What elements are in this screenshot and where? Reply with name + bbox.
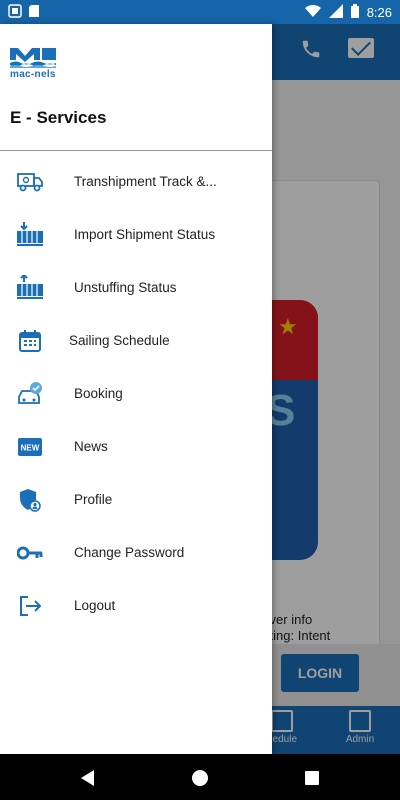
shield-user-icon: [16, 486, 44, 514]
logout-icon: [16, 592, 44, 620]
battery-icon: [350, 3, 359, 21]
svg-text:NEW: NEW: [21, 443, 40, 452]
menu-item-import-shipment-status[interactable]: Import Shipment Status: [0, 208, 272, 261]
notification-icon: [8, 3, 22, 21]
drawer-scrim[interactable]: [272, 24, 400, 754]
recents-icon[interactable]: [300, 766, 324, 790]
truck-icon: [16, 168, 44, 196]
status-time: 8:26: [366, 4, 392, 20]
menu-item-transhipment-track[interactable]: Transhipment Track &...: [0, 155, 272, 208]
brand-logo: mac-nels: [10, 46, 58, 80]
status-bar: 8:26: [0, 0, 400, 24]
menu-item-booking[interactable]: Booking: [0, 367, 272, 420]
new-badge-icon: NEW: [16, 433, 44, 461]
navigation-drawer: mac-nels E - Services Transhipment Track…: [0, 24, 272, 754]
sd-card-icon: [28, 4, 40, 21]
menu-item-unstuffing-status[interactable]: Unstuffing Status: [0, 261, 272, 314]
wifi-icon: [304, 4, 321, 21]
brand-mark-icon: [10, 46, 56, 68]
home-icon[interactable]: [188, 766, 212, 790]
drawer-menu: Transhipment Track &... Import Shipment …: [0, 151, 272, 632]
menu-item-change-password[interactable]: Change Password: [0, 526, 272, 579]
menu-item-news[interactable]: NEW News: [0, 420, 272, 473]
menu-item-sailing-schedule[interactable]: Sailing Schedule: [0, 314, 272, 367]
import-container-icon: [16, 221, 44, 249]
menu-item-profile[interactable]: Profile: [0, 473, 272, 526]
back-icon[interactable]: [76, 766, 100, 790]
signal-icon: [328, 3, 343, 21]
unstuffing-container-icon: [16, 274, 44, 302]
menu-item-logout[interactable]: Logout: [0, 579, 272, 632]
key-icon: [16, 539, 44, 567]
drawer-title: E - Services: [10, 108, 107, 127]
car-check-icon: [16, 380, 44, 408]
drawer-header: mac-nels E - Services: [0, 24, 272, 151]
calendar-icon: [16, 327, 44, 355]
system-nav-bar: [0, 754, 400, 800]
